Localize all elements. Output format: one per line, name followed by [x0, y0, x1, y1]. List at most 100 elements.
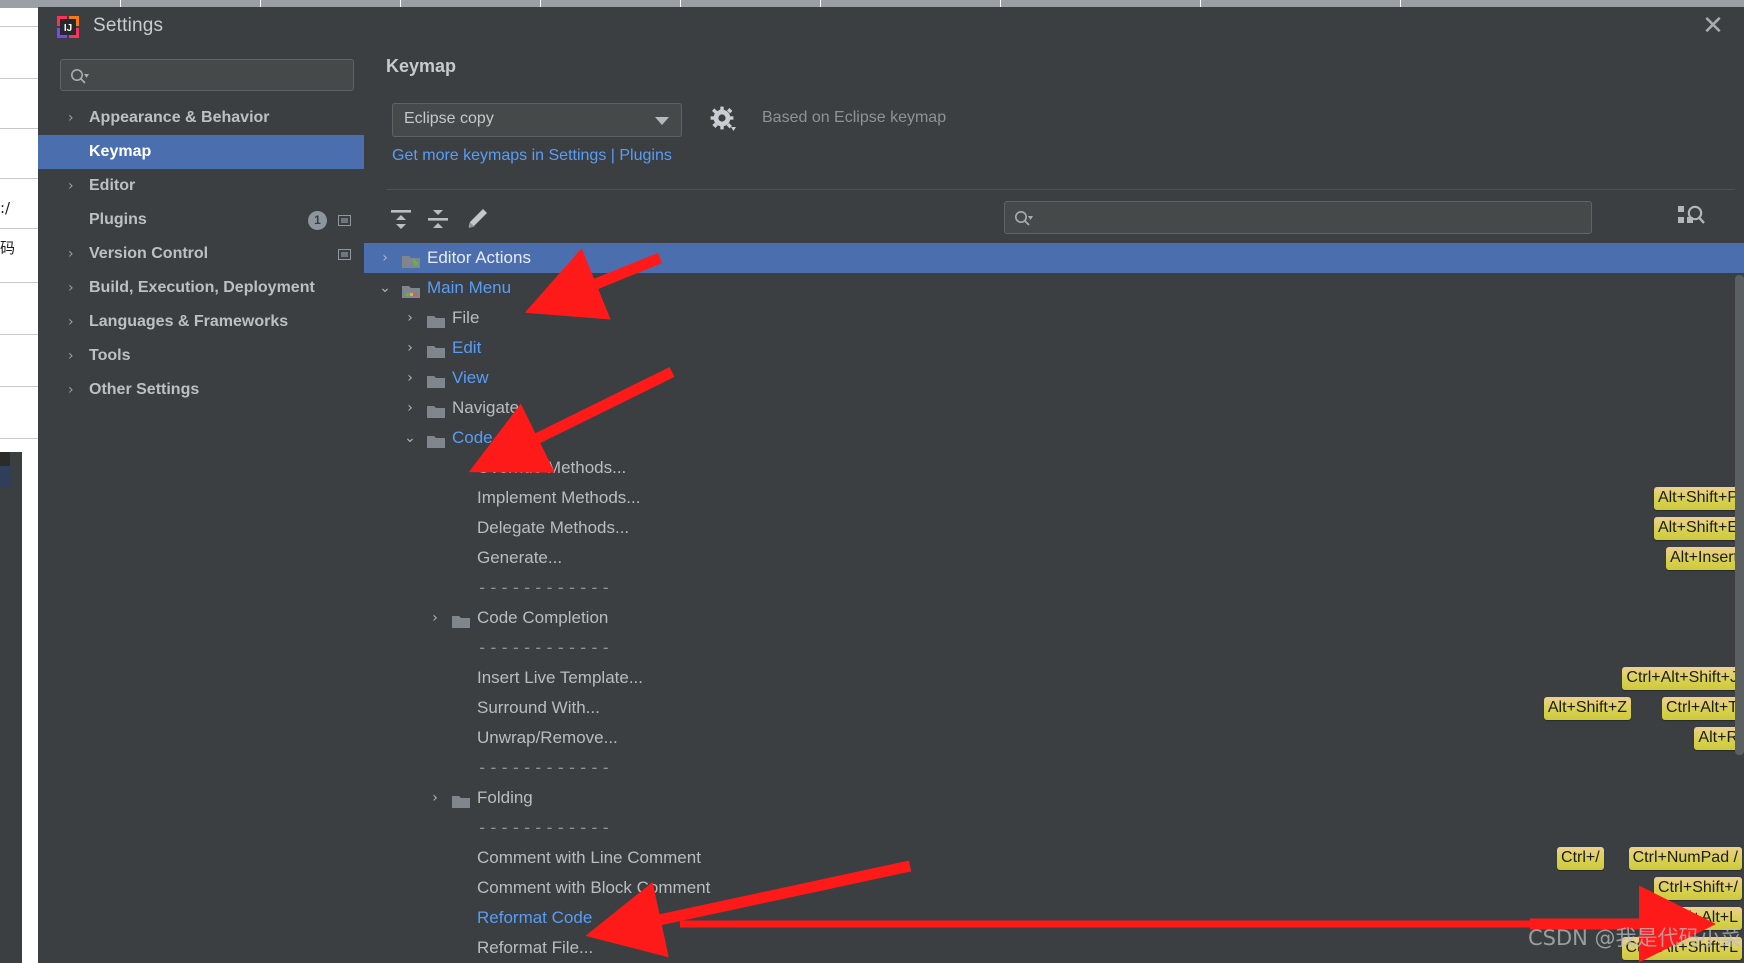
- folder-icon: [452, 790, 470, 808]
- tree-row[interactable]: › File: [364, 303, 1744, 333]
- tree-row-label: Reformat Code: [477, 908, 593, 927]
- settings-sidebar: › Appearance & Behavior Keymap › Editor Plugi…: [38, 47, 364, 963]
- tree-row[interactable]: › Code Completion: [364, 603, 1744, 633]
- collapse-all-button[interactable]: [421, 202, 455, 236]
- edit-shortcut-button[interactable]: [460, 202, 494, 236]
- sidebar-item-label: Plugins: [89, 211, 147, 228]
- chevron-right-icon[interactable]: ›: [402, 303, 418, 333]
- keymap-settings-gear-button[interactable]: [709, 105, 739, 135]
- sidebar-item-marker-icon: [338, 215, 351, 226]
- chevron-right-icon[interactable]: ›: [68, 339, 82, 373]
- sidebar-item-label: Languages & Frameworks: [89, 313, 289, 330]
- tree-row[interactable]: Comment with Block Comment Ctrl+Shift+/: [364, 873, 1744, 903]
- tree-scrollbar[interactable]: [1735, 275, 1744, 755]
- tree-row-label: Main Menu: [427, 278, 512, 297]
- tree-row[interactable]: › Edit: [364, 333, 1744, 363]
- tree-row-label: Reformat File...: [477, 938, 594, 957]
- chevron-right-icon[interactable]: ›: [68, 373, 82, 407]
- chevron-right-icon[interactable]: ›: [68, 101, 82, 135]
- sidebar-item-label: Other Settings: [89, 381, 200, 398]
- tree-separator: ------------: [364, 753, 1744, 783]
- folder-icon: [427, 370, 445, 388]
- tree-row[interactable]: › View: [364, 363, 1744, 393]
- chevron-right-icon[interactable]: ›: [427, 603, 443, 633]
- chevron-right-icon[interactable]: ›: [68, 305, 82, 339]
- sidebar-item-tools[interactable]: › Tools: [38, 339, 364, 373]
- get-more-keymaps-link[interactable]: Get more keymaps in Settings | Plugins: [392, 147, 672, 165]
- chevron-right-icon[interactable]: ›: [427, 783, 443, 813]
- tree-row[interactable]: ⌄ Code: [364, 423, 1744, 453]
- sidebar-item-plugins[interactable]: Plugins 1: [38, 203, 364, 237]
- folder-icon: [452, 610, 470, 628]
- sidebar-search-input[interactable]: [95, 60, 349, 90]
- shortcut-badge: Alt+Insert: [1665, 547, 1742, 570]
- tree-row[interactable]: › Folding: [364, 783, 1744, 813]
- edit-pencil-icon: [468, 209, 487, 228]
- chevron-right-icon[interactable]: ›: [377, 243, 393, 273]
- sidebar-item-editor[interactable]: › Editor: [38, 169, 364, 203]
- background-grid-line: [0, 128, 38, 129]
- keymap-toolbar: [364, 195, 1744, 243]
- tree-row-label: Editor Actions: [427, 248, 531, 267]
- chevron-down-icon[interactable]: ⌄: [377, 273, 393, 303]
- find-by-shortcut-button[interactable]: [1674, 201, 1708, 233]
- sidebar-item-badge: 1: [308, 211, 327, 230]
- keymap-search-input[interactable]: [1039, 202, 1587, 233]
- tree-row[interactable]: › Navigate: [364, 393, 1744, 423]
- chevron-right-icon[interactable]: ›: [68, 271, 82, 305]
- chevron-right-icon[interactable]: ›: [402, 333, 418, 363]
- shortcut-badge: Ctrl+Shift+/: [1653, 877, 1742, 900]
- chevron-down-icon[interactable]: ⌄: [402, 423, 418, 453]
- background-grid-line: [0, 78, 38, 79]
- sidebar-item-appearance-behavior[interactable]: › Appearance & Behavior: [38, 101, 364, 135]
- sidebar-item-other-settings[interactable]: › Other Settings: [38, 373, 364, 407]
- sidebar-search[interactable]: [60, 59, 354, 91]
- chevron-right-icon[interactable]: ›: [68, 169, 82, 203]
- tree-row[interactable]: Override Methods...: [364, 453, 1744, 483]
- tree-row-label: Insert Live Template...: [477, 668, 643, 687]
- sidebar-item-languages-frameworks[interactable]: › Languages & Frameworks: [38, 305, 364, 339]
- tree-row[interactable]: Implement Methods... Alt+Shift+P: [364, 483, 1744, 513]
- tree-row-label: Override Methods...: [477, 458, 627, 477]
- sidebar-item-keymap[interactable]: Keymap: [38, 135, 364, 169]
- close-icon[interactable]: ✕: [1696, 11, 1730, 41]
- collapse-all-icon: [428, 210, 448, 228]
- keymap-select[interactable]: Eclipse copy: [392, 103, 682, 137]
- tree-row[interactable]: ⌄ Main Menu: [364, 273, 1744, 303]
- shortcut-badge: Alt+Shift+P: [1653, 487, 1742, 510]
- shortcut-badge: Ctrl+Alt+T: [1661, 697, 1742, 720]
- tree-row[interactable]: Unwrap/Remove... Alt+R: [364, 723, 1744, 753]
- chevron-right-icon[interactable]: ›: [402, 363, 418, 393]
- keymap-tree: › Editor Actions ⌄ Main Menu › File › Edit › View…: [364, 243, 1744, 963]
- tree-row-label: Unwrap/Remove...: [477, 728, 618, 747]
- settings-dialog: IJ Settings ✕ › Appearance & Behavior Keym…: [38, 7, 1744, 963]
- tree-row[interactable]: Comment with Line Comment Ctrl+NumPad / Ct…: [364, 843, 1744, 873]
- folder-icon: [427, 400, 445, 418]
- chevron-right-icon[interactable]: ›: [68, 237, 82, 271]
- intellij-idea-logo: IJ: [57, 16, 79, 38]
- main-menu-icon: [402, 280, 420, 298]
- tree-row[interactable]: › Editor Actions: [364, 243, 1744, 273]
- shortcut-badge: Ctrl+Alt+Shift+J: [1622, 667, 1742, 690]
- shortcut-badge: Alt+Shift+Z: [1543, 697, 1631, 720]
- expand-all-button[interactable]: [384, 202, 418, 236]
- tree-row-label: Code Completion: [477, 608, 609, 627]
- tree-row-label: Folding: [477, 788, 533, 807]
- separator-dashes: ------------: [477, 818, 612, 838]
- tree-row-label: Edit: [452, 338, 482, 357]
- keymap-search[interactable]: [1004, 201, 1592, 234]
- background-text: 码: [0, 239, 16, 257]
- background-grid-line: [0, 334, 38, 335]
- sidebar-item-version-control[interactable]: › Version Control: [38, 237, 364, 271]
- tree-row[interactable]: Delegate Methods... Alt+Shift+E: [364, 513, 1744, 543]
- keymap-select-value: Eclipse copy: [404, 110, 494, 127]
- sidebar-item-build-execution-deployment[interactable]: › Build, Execution, Deployment: [38, 271, 364, 305]
- background-grid-line: [0, 282, 38, 283]
- sidebar-item-label: Appearance & Behavior: [89, 109, 270, 126]
- tree-row[interactable]: Generate... Alt+Insert: [364, 543, 1744, 573]
- tree-row-label: Code: [452, 428, 493, 447]
- tree-row[interactable]: Surround With... Ctrl+Alt+T Alt+Shift+Z: [364, 693, 1744, 723]
- chevron-right-icon[interactable]: ›: [402, 393, 418, 423]
- folder-icon: [427, 430, 445, 448]
- tree-row[interactable]: Insert Live Template... Ctrl+Alt+Shift+J: [364, 663, 1744, 693]
